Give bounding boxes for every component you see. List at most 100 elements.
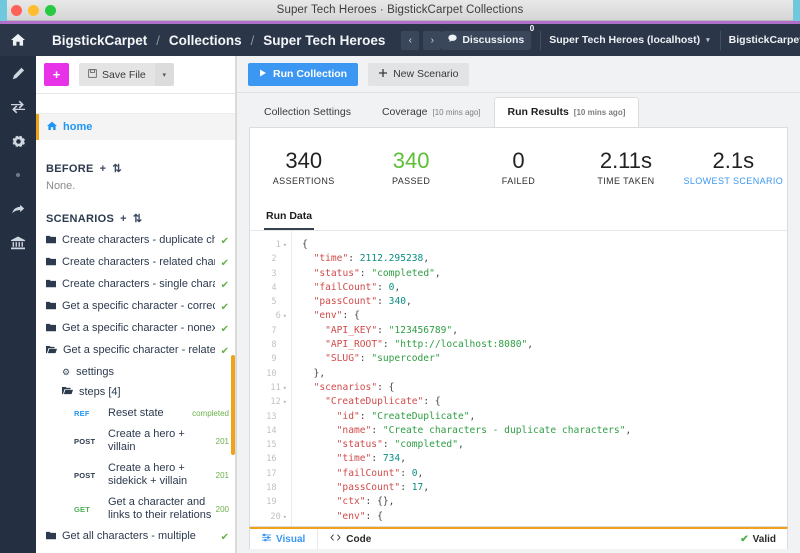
editor-code[interactable]: { "time": 2112.295238, "status": "comple…	[292, 231, 787, 526]
nav-next-button[interactable]: ›	[423, 30, 442, 50]
code-token: :	[400, 467, 412, 479]
window-title: Super Tech Heroes · BigstickCarpet Colle…	[276, 4, 524, 16]
bank-icon[interactable]	[0, 226, 36, 260]
scenario-row[interactable]: Get a specific character - nonexistent .…	[36, 318, 235, 340]
fold-chevron-icon[interactable]: ▾	[283, 398, 287, 406]
transfer-icon[interactable]	[0, 90, 36, 124]
scenario-row[interactable]: Create characters - related characters ✔	[36, 252, 235, 274]
scenario-row[interactable]: Get a specific character - related char.…	[36, 340, 235, 362]
stat-label: TIME TAKEN	[597, 176, 655, 186]
gutter-line[interactable]: 12 ▾	[250, 395, 291, 409]
code-token: "CreateDuplicate"	[325, 396, 424, 408]
window-controls[interactable]	[11, 4, 56, 16]
breadcrumb-item-2[interactable]: Super Tech Heroes	[261, 33, 387, 48]
gutter-line[interactable]: 20 ▾	[250, 510, 291, 524]
play-icon	[259, 68, 267, 80]
gutter-line[interactable]: 1 ▾	[250, 238, 291, 252]
pencil-icon[interactable]	[0, 56, 36, 90]
scenarios-sort-icon[interactable]: ⇅	[133, 212, 143, 225]
sidebar-scrollbar-thumb[interactable]	[231, 355, 235, 455]
scenarios-section-header: SCENARIOS + ⇅	[36, 212, 235, 226]
account-menu[interactable]: BigstickCarpet ▾	[719, 30, 800, 50]
discussions-count-badge: 0	[529, 23, 535, 33]
step-row[interactable]: POST Create a hero + villain 201	[36, 424, 235, 458]
gutter-line: 10	[250, 367, 291, 381]
step-row[interactable]: REF Reset state completed	[36, 402, 235, 424]
gear-icon[interactable]	[0, 124, 36, 158]
fold-chevron-icon[interactable]: ▾	[283, 241, 287, 249]
code-token: :	[371, 453, 383, 465]
sidebar-tree[interactable]: BEFORE + ⇅ None. SCENARIOS + ⇅ Create ch…	[36, 140, 235, 553]
folder-icon	[46, 323, 56, 336]
rail-home-icon[interactable]	[0, 24, 36, 56]
step-method-badge: REF	[74, 408, 90, 418]
gutter-line[interactable]: 11 ▾	[250, 381, 291, 395]
save-file-button[interactable]: Save File	[79, 63, 155, 86]
gutter-line: 18	[250, 481, 291, 495]
fold-chevron-icon[interactable]: ▾	[283, 312, 287, 320]
stat-slowest-scenario[interactable]: 2.1s SLOWEST SCENARIO	[680, 148, 787, 186]
scenarios-add-icon[interactable]: +	[120, 213, 127, 225]
share-arrow-icon[interactable]	[0, 192, 36, 226]
code-icon	[330, 533, 341, 545]
scenario-row[interactable]: Get a specific character - correct resul…	[36, 296, 235, 318]
breadcrumb-item-1[interactable]: Collections	[167, 33, 244, 48]
scenario-row[interactable]: Create characters - duplicate charact...…	[36, 230, 235, 252]
fold-chevron-icon[interactable]: ▾	[283, 384, 287, 392]
before-add-icon[interactable]: +	[100, 163, 107, 175]
breadcrumb-nav: ‹ ›	[397, 30, 442, 50]
scenario-steps-row[interactable]: steps [4]	[36, 382, 235, 402]
scenario-row[interactable]: Get all characters - no characters exist…	[36, 548, 235, 553]
tab-run-results[interactable]: Run Results [10 mins ago]	[493, 97, 640, 128]
step-row[interactable]: GET Get a character and links to their re…	[36, 492, 235, 526]
panel-subtabs: Run Data	[250, 204, 787, 231]
code-token: ,	[406, 296, 412, 308]
tab-collection-settings[interactable]: Collection Settings	[251, 98, 369, 127]
maximize-button[interactable]	[45, 4, 56, 16]
code-line: "passCount": 17,	[302, 481, 787, 495]
fold-chevron-icon[interactable]: ▾	[283, 513, 287, 521]
code-line: "failCount": 0,	[302, 467, 787, 481]
code-line: "env": {	[302, 309, 787, 323]
scenario-settings-row[interactable]: ⚙ settings	[36, 362, 235, 382]
scenario-row[interactable]: Create characters - single character ✔	[36, 274, 235, 296]
environment-selector[interactable]: Super Tech Heroes (localhost) ▾	[540, 30, 717, 50]
run-collection-button[interactable]: Run Collection	[248, 62, 359, 86]
line-number: 8	[271, 340, 277, 351]
nav-prev-button[interactable]: ‹	[401, 30, 420, 50]
tab-visual[interactable]: Visual	[250, 529, 317, 549]
code-line: "CreateDuplicate": {	[302, 395, 787, 409]
breadcrumb-item-0[interactable]: BigstickCarpet	[50, 33, 149, 48]
step-status: 200	[215, 504, 229, 514]
code-line: "SLUG": "supercoder"	[302, 352, 787, 366]
gutter-line[interactable]: 6 ▾	[250, 309, 291, 323]
code-token: ,	[400, 453, 406, 465]
save-file-dropdown[interactable]: ▾	[154, 63, 174, 86]
sidebar-item-home[interactable]: home	[36, 114, 235, 140]
before-sort-icon[interactable]: ⇅	[112, 162, 122, 175]
new-scenario-button[interactable]: New Scenario	[368, 62, 470, 86]
tab-code[interactable]: Code	[317, 529, 383, 549]
json-editor[interactable]: 1 ▾ 2 3 4 5 6 ▾ 7 8 9 10 11 ▾ 12 ▾ 13 14 15 16 1…	[250, 231, 787, 526]
code-token: "time"	[313, 253, 349, 265]
step-name: Get a character and links to their relat…	[108, 496, 212, 521]
subtab-run-data[interactable]: Run Data	[264, 204, 315, 230]
step-row[interactable]: POST Create a hero + sidekick + villain 20…	[36, 458, 235, 492]
add-button[interactable]: +	[44, 63, 69, 86]
stat-time-taken: 2.11s TIME TAKEN	[572, 148, 679, 186]
tab-coverage[interactable]: Coverage [10 mins ago]	[369, 98, 494, 127]
line-number: 14	[266, 425, 277, 436]
dot-icon[interactable]	[16, 158, 20, 192]
gutter-line: 3	[250, 267, 291, 281]
code-token: ,	[423, 482, 430, 494]
close-button[interactable]	[11, 4, 22, 16]
code-token: 2112.295238	[359, 253, 424, 265]
code-token: "failCount"	[313, 281, 378, 293]
minimize-button[interactable]	[28, 4, 39, 16]
discussions-button[interactable]: Discussions 0	[441, 24, 534, 50]
scenario-row[interactable]: Get all characters - multiple ✔	[36, 526, 235, 548]
